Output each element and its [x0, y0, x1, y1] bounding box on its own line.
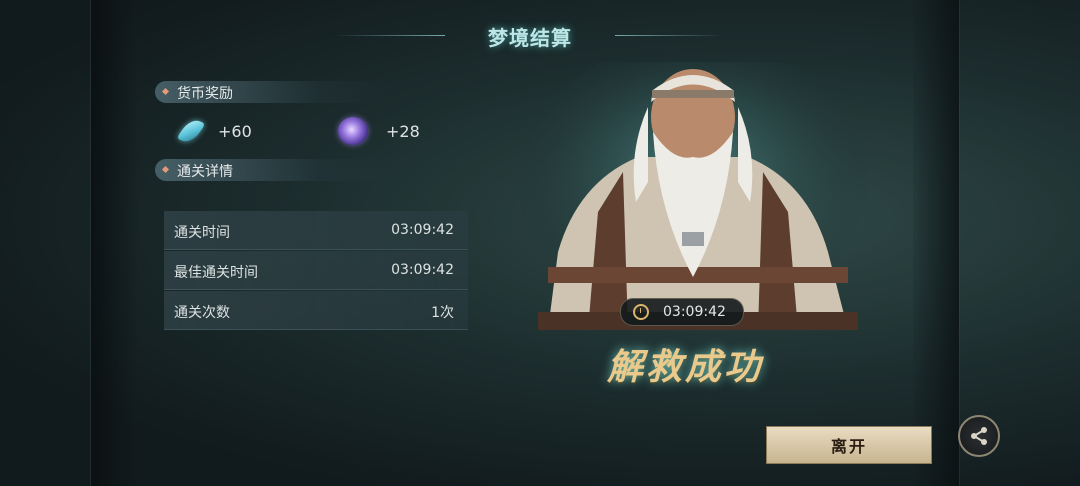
- table-row: 通关时间 03:09:42: [164, 211, 468, 250]
- right-frame-decoration: [913, 0, 960, 486]
- clear-time-value: 03:09:42: [663, 304, 726, 320]
- currency-section-header: 货币奖励: [155, 81, 390, 103]
- dream-orb-icon: [338, 117, 368, 145]
- details-section-header: 通关详情: [155, 159, 390, 181]
- rescue-success-text: 解救成功: [606, 346, 763, 388]
- share-button[interactable]: [958, 415, 1000, 457]
- row-label: 通关次数: [174, 305, 230, 321]
- currency-section-label: 货币奖励: [177, 86, 233, 102]
- reward-dream-orb: +28: [338, 116, 420, 146]
- row-label: 最佳通关时间: [174, 265, 258, 281]
- reward-amount: +60: [218, 121, 252, 141]
- crystal-icon: [176, 117, 206, 145]
- row-value: 03:09:42: [391, 262, 454, 278]
- title-bar: 梦境结算: [330, 18, 730, 52]
- diamond-bullet-icon: [161, 87, 170, 96]
- clock-icon: [633, 304, 649, 320]
- reward-amount: +28: [386, 121, 420, 141]
- leave-button[interactable]: 离开: [766, 426, 932, 464]
- reward-crystal: +60: [176, 116, 252, 146]
- left-frame-decoration: [90, 0, 137, 486]
- share-icon: [971, 427, 987, 445]
- page-title: 梦境结算: [488, 26, 572, 50]
- row-label: 通关时间: [174, 225, 230, 241]
- row-value: 03:09:42: [391, 222, 454, 238]
- diamond-bullet-icon: [161, 165, 170, 174]
- row-value: 1次: [431, 305, 454, 321]
- details-section-label: 通关详情: [177, 164, 233, 180]
- details-table: 通关时间 03:09:42 最佳通关时间 03:09:42 通关次数 1次: [164, 211, 468, 331]
- title-divider-right: [615, 35, 725, 36]
- clear-time-badge: 03:09:42: [620, 298, 744, 326]
- table-row: 通关次数 1次: [164, 291, 468, 330]
- rescued-character-portrait: [518, 62, 868, 330]
- table-row: 最佳通关时间 03:09:42: [164, 251, 468, 290]
